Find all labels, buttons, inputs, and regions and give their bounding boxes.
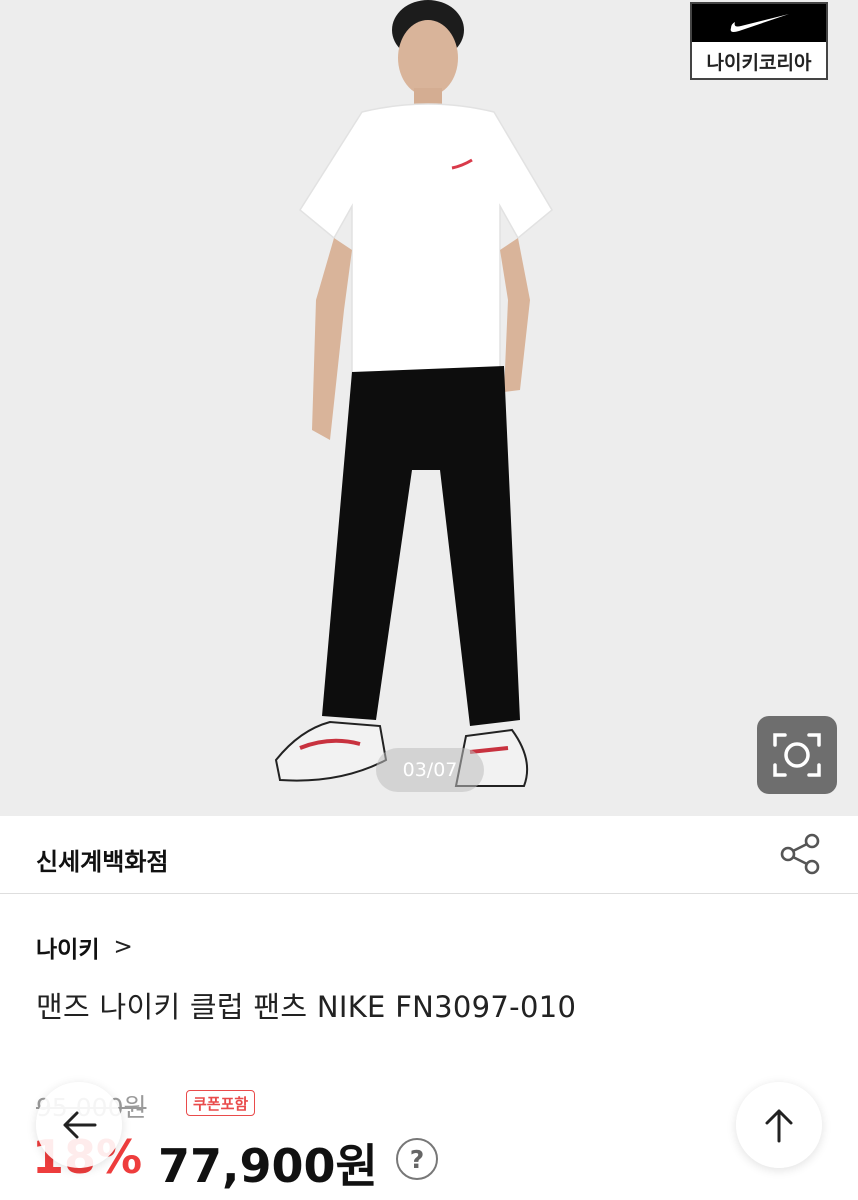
brand-link[interactable]: 나이키 >: [36, 930, 133, 964]
nike-swoosh-icon: [692, 4, 826, 42]
scroll-to-top-button[interactable]: [736, 1082, 822, 1168]
question-icon[interactable]: ?: [396, 1138, 438, 1180]
brand-store-badge: 나이키코리아: [690, 2, 828, 80]
image-pager-indicator: 03/07: [376, 748, 484, 792]
product-title: 맨즈 나이키 클럽 팬츠 NIKE FN3097-010: [36, 990, 577, 1024]
chevron-right-icon: >: [113, 934, 133, 960]
coupon-badge: 쿠폰포함: [186, 1090, 256, 1116]
arrow-up-icon: [765, 1109, 793, 1143]
camera-lens-icon: [773, 733, 821, 777]
camera-lens-button[interactable]: [757, 716, 837, 794]
back-button[interactable]: [36, 1082, 122, 1168]
product-photo: [274, 0, 553, 787]
seller-bar: 신세계백화점: [0, 816, 858, 894]
seller-name[interactable]: 신세계백화점: [36, 842, 168, 877]
share-button[interactable]: [778, 832, 822, 876]
product-image-carousel[interactable]: 나이키코리아 03/07: [0, 0, 858, 816]
sale-price: 77,900원: [158, 1139, 378, 1193]
brand-store-label: 나이키코리아: [706, 51, 812, 74]
share-icon: [780, 833, 820, 875]
arrow-left-icon: [63, 1111, 97, 1139]
brand-name: 나이키: [36, 937, 100, 963]
